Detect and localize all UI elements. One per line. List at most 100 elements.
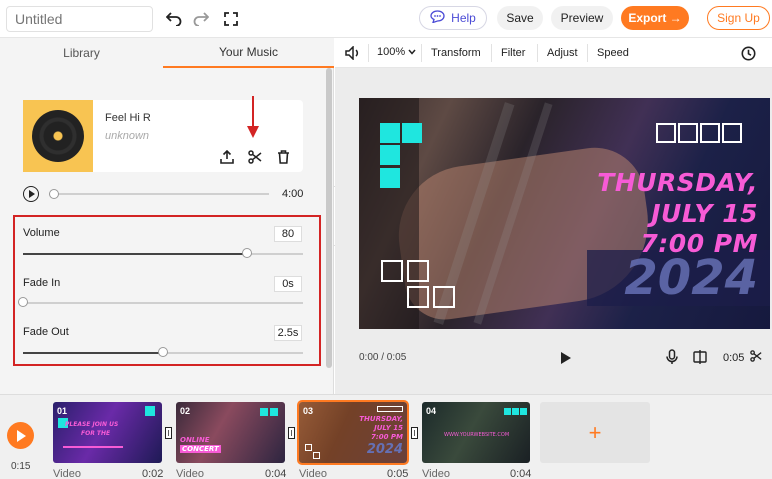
scissors-icon[interactable] [246,148,264,166]
clip-type-label: Video [422,468,450,479]
outline-tile [377,406,403,412]
volume-icon[interactable] [344,43,362,63]
plus-icon: + [588,419,602,445]
clip-duration: 0:04 [265,468,287,479]
cyan-tile [504,408,511,415]
video-title-line-2: JULY 15 [651,199,758,228]
cyan-tile [260,408,268,416]
timeline-play-icon[interactable] [7,422,34,449]
add-clip-button[interactable]: + [540,402,650,463]
scissors-icon[interactable] [748,348,764,364]
transform-button[interactable]: Transform [431,47,481,59]
clip-number: 02 [180,406,191,416]
play-icon[interactable] [23,186,39,202]
save-button[interactable]: Save [497,6,543,30]
toolbar-divider [421,44,422,62]
clip-caption: JULY 15 [374,424,403,432]
clip-decor [63,446,123,448]
outline-tile [381,260,403,282]
tab-library[interactable]: Library [0,38,163,68]
fade-in-label: Fade In [23,277,61,289]
track-player: 4:00 [23,186,303,202]
video-year: 2024 [624,250,758,306]
outline-tile [722,123,742,143]
album-cover [23,100,93,172]
fade-out-slider-thumb[interactable] [158,347,168,357]
fade-out-value[interactable]: 2.5s [274,325,302,341]
transition-handle[interactable]: I [165,427,172,439]
toolbar-divider [368,44,369,62]
cyan-tile [145,406,155,416]
zoom-select[interactable]: 100% [377,46,416,58]
tab-your-music[interactable]: Your Music [163,38,334,68]
fade-in-slider-thumb[interactable] [18,297,28,307]
volume-slider-thumb[interactable] [242,248,252,258]
cyan-tile [520,408,527,415]
adjust-button[interactable]: Adjust [547,47,578,59]
split-icon[interactable] [689,346,711,368]
clip-caption: CONCERT [180,445,221,453]
playback-time: 0:00 / 0:05 [359,352,407,363]
project-title-input[interactable] [6,6,153,32]
video-preview[interactable]: THURSDAY, JULY 15 7:00 PM 2024 [359,98,770,329]
vinyl-record-icon [32,110,84,162]
filter-button[interactable]: Filter [501,47,525,59]
cyan-tile [512,408,519,415]
microphone-icon[interactable] [661,346,683,368]
transition-handle[interactable]: I [411,427,418,439]
undo-icon[interactable] [163,8,185,30]
timeline-time: 0:15 [11,461,31,472]
track-progress-thumb[interactable] [49,189,59,199]
clip-number: 03 [303,406,314,416]
track-progress-bar[interactable] [49,193,269,195]
outline-tile [407,260,429,282]
clip-duration: 0:05 [723,352,745,364]
clip-caption: ONLINE [180,436,210,444]
timeline-clip[interactable]: 02 ONLINE CONCERT [176,402,285,463]
cyan-tile [402,123,422,143]
help-button[interactable]: Help [419,6,487,30]
outline-tile [656,123,676,143]
panel-scrollbar[interactable] [326,68,332,368]
fullscreen-icon[interactable] [220,8,242,30]
outline-tile [305,444,312,451]
clip-caption: PLEASE JOIN US [65,421,119,428]
video-title-line-1: THURSDAY, [597,168,758,197]
clip-caption: 2024 [366,442,403,457]
play-icon[interactable] [555,347,577,369]
volume-value[interactable]: 80 [274,226,302,242]
preview-button[interactable]: Preview [551,6,613,30]
outline-tile [313,452,320,459]
volume-slider-fill [23,253,247,255]
fade-in-slider-track[interactable] [23,302,303,304]
speed-button[interactable]: Speed [597,47,629,59]
transition-handle[interactable]: I [288,427,295,439]
chat-icon [430,10,445,26]
help-label: Help [451,11,476,25]
timeline-clip-selected[interactable]: 03 THURSDAY, JULY 15 7:00 PM 2024 [297,400,409,465]
trash-icon[interactable] [274,148,292,166]
toolbar-divider [587,44,588,62]
clip-type-label: Video [176,468,204,479]
timeline-clip[interactable]: 01 PLEASE JOIN US FOR THE [53,402,162,463]
redo-icon[interactable] [190,8,212,30]
toolbar-divider [537,44,538,62]
clip-type-label: Video [53,468,81,479]
track-title: Feel Hi R [105,112,151,124]
outline-tile [433,286,455,308]
clip-number: 01 [57,406,68,416]
cyan-tile [270,408,278,416]
fade-in-value[interactable]: 0s [274,276,302,292]
clock-icon[interactable] [738,43,758,63]
clip-caption: FOR THE [81,430,111,437]
clip-duration: 0:05 [387,468,409,479]
clip-caption: WWW.YOURWEBSITE.COM [444,432,510,438]
track-artist: unknown [105,130,150,142]
upload-icon[interactable] [218,148,236,166]
clip-type-label: Video [299,468,327,479]
chevron-down-icon [408,46,416,58]
sign-up-button[interactable]: Sign Up [707,6,770,30]
timeline-clip[interactable]: 04 WWW.YOURWEBSITE.COM [422,402,530,463]
cyan-tile [380,145,400,165]
export-button[interactable]: Export → [621,6,689,30]
